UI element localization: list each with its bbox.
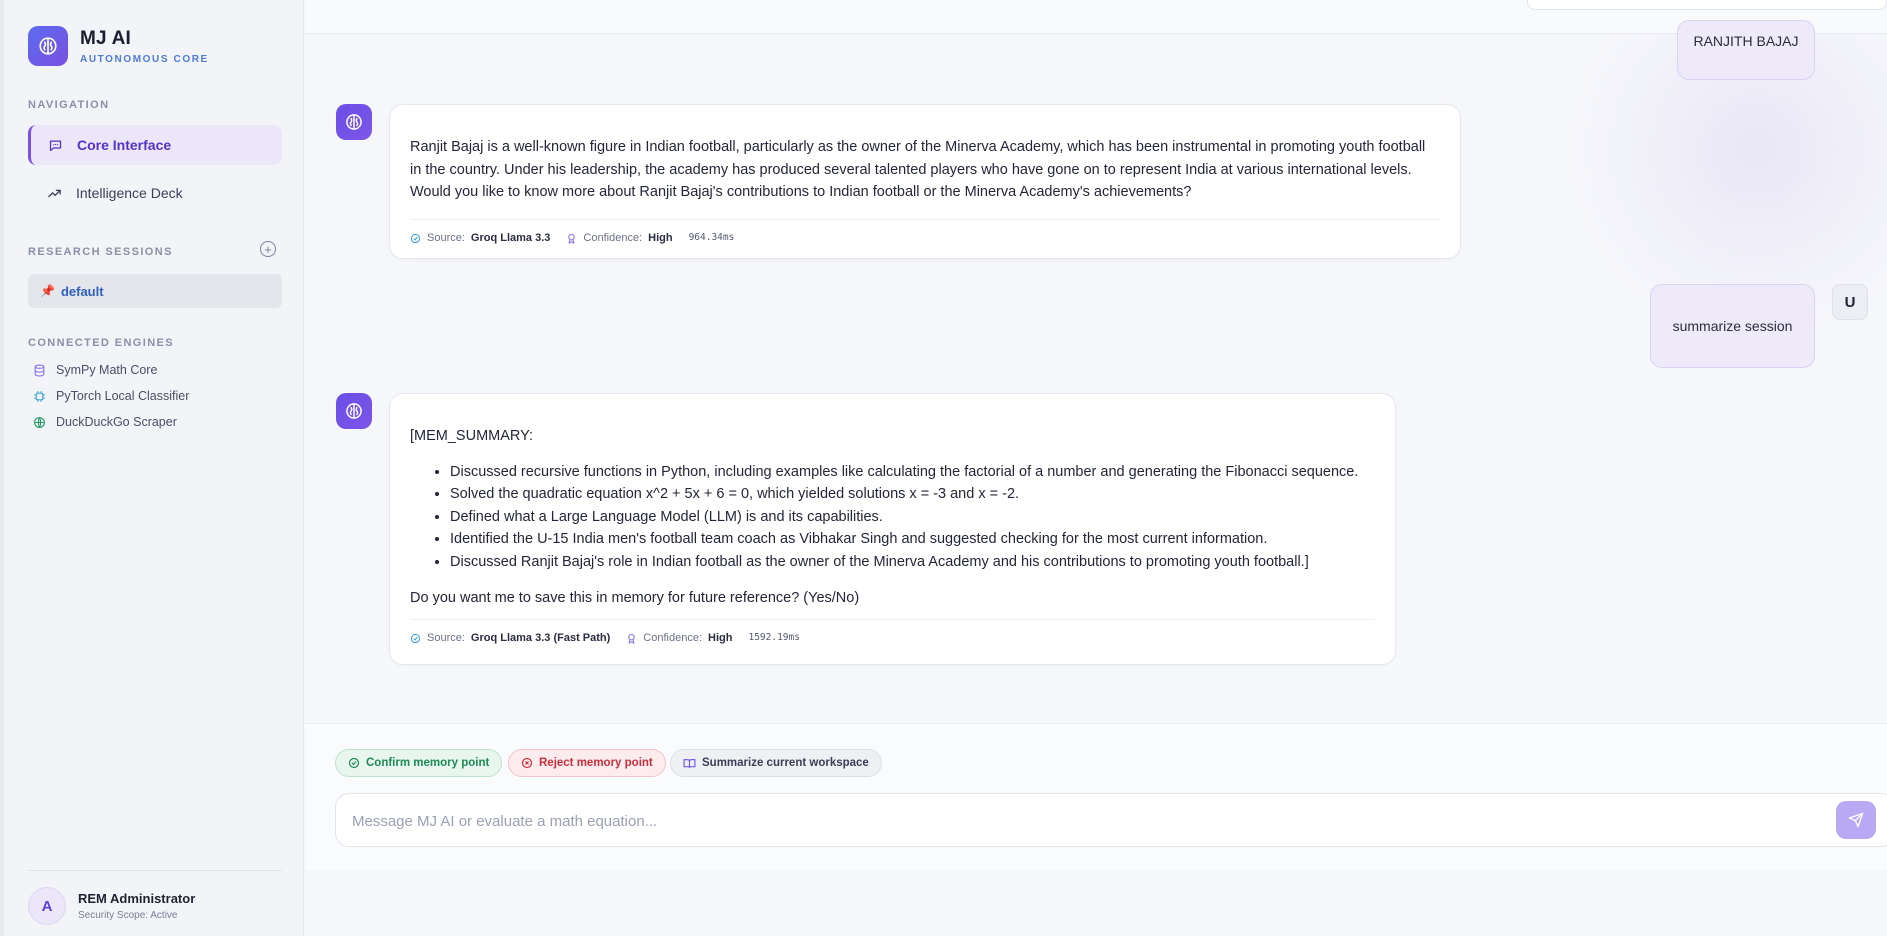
list-item: Identified the U-15 India men's football… [450, 528, 1375, 551]
session-label: default [60, 283, 104, 299]
add-session-icon[interactable]: + [260, 241, 276, 257]
user-message: RANJITH BAJAJ [1677, 20, 1815, 80]
confirm-memory-button[interactable]: Confirm memory point [335, 749, 503, 777]
navigation-label: NAVIGATION [28, 99, 110, 111]
source-icon [410, 233, 421, 244]
nav-item-label: Intelligence Deck [76, 185, 183, 201]
chip-label: Confirm memory point [366, 757, 490, 769]
brand: MJ AI AUTONOMOUS CORE [28, 26, 209, 66]
engine-sympy: SymPy Math Core [32, 363, 157, 377]
message-meta: Source: Groq Llama 3.3 Confidence: High 96… [410, 219, 1440, 257]
list-item: Solved the quadratic equation x^2 + 5x +… [450, 483, 1375, 506]
database-icon [32, 363, 46, 377]
top-bar-field [1527, 0, 1887, 10]
session-item-default[interactable]: 📌 default [28, 274, 282, 308]
message-text: summarize session [1672, 318, 1793, 334]
summarize-workspace-button[interactable]: Summarize current workspace [670, 749, 882, 777]
book-icon [683, 758, 696, 768]
list-item: Discussed Ranjit Bajaj's role in Indian … [450, 551, 1375, 574]
composer [335, 793, 1887, 847]
user-name: REM Administrator [78, 891, 196, 906]
send-button[interactable] [1836, 801, 1876, 839]
source-value: Groq Llama 3.3 (Fast Path) [470, 631, 611, 644]
source-label: Source: [427, 631, 465, 644]
nav-item-label: Core Interface [77, 137, 172, 153]
source-info: Source: Groq Llama 3.3 (Fast Path) [410, 627, 610, 650]
chat-main: RANJITH BAJAJ Ranjit Bajaj is a well-kno… [305, 0, 1887, 936]
source-value: Groq Llama 3.3 [470, 232, 551, 245]
latency: 964.34ms [688, 232, 735, 244]
cpu-icon [32, 389, 46, 403]
nav-item-core-interface[interactable]: Core Interface [28, 125, 282, 165]
user-message: summarize session [1650, 284, 1815, 368]
user-avatar: U [1832, 284, 1868, 320]
chip-label: Reject memory point [539, 757, 653, 769]
check-circle-icon [348, 757, 360, 769]
x-circle-icon [521, 757, 533, 769]
ai-message: Ranjit Bajaj is a well-known figure in I… [389, 104, 1461, 259]
award-icon [568, 233, 576, 244]
chip-label: Summarize current workspace [702, 757, 869, 769]
confidence-info: Confidence: High [626, 627, 732, 650]
ai-avatar [336, 104, 372, 140]
avatar: A [28, 887, 66, 925]
globe-icon [32, 415, 46, 429]
confidence-value: High [648, 232, 673, 245]
engine-label: DuckDuckGo Scraper [56, 415, 177, 429]
research-sessions-label: RESEARCH SESSIONS [28, 246, 173, 258]
confidence-label: Confidence: [583, 232, 643, 245]
message-meta: Source: Groq Llama 3.3 (Fast Path) Confid… [410, 618, 1375, 657]
trend-icon [46, 185, 62, 201]
reject-memory-button[interactable]: Reject memory point [508, 749, 666, 777]
engine-label: SymPy Math Core [56, 363, 158, 377]
engine-duckduckgo: DuckDuckGo Scraper [32, 415, 177, 429]
user-profile[interactable]: A REM Administrator Security Scope: Acti… [28, 887, 195, 925]
source-icon [410, 633, 421, 643]
composer-area: Confirm memory point Reject memory point… [305, 723, 1887, 870]
confidence-label: Confidence: [643, 631, 703, 644]
brand-title: MJ AI [80, 27, 131, 49]
summary-list: Discussed recursive functions in Python,… [410, 461, 1375, 574]
top-bar [305, 0, 1887, 34]
source-label: Source: [427, 232, 465, 245]
confidence-value: High [708, 631, 733, 644]
connected-engines-label: CONNECTED ENGINES [28, 337, 175, 349]
source-info: Source: Groq Llama 3.3 [410, 227, 550, 250]
message-footer: Do you want me to save this in memory fo… [410, 590, 860, 606]
user-scope: Security Scope: Active [78, 910, 178, 921]
nav-item-intelligence-deck[interactable]: Intelligence Deck [28, 173, 282, 213]
ai-avatar [336, 393, 372, 429]
list-item: Discussed recursive functions in Python,… [450, 461, 1375, 484]
latency: 1592.19ms [748, 631, 800, 643]
sidebar: MJ AI AUTONOMOUS CORE NAVIGATION Core In… [0, 0, 304, 936]
sidebar-divider [28, 870, 282, 871]
message-heading: [MEM_SUMMARY: [410, 428, 534, 444]
send-icon [1848, 812, 1864, 828]
confidence-info: Confidence: High [566, 227, 673, 250]
award-icon [628, 633, 636, 644]
engine-label: PyTorch Local Classifier [56, 389, 190, 403]
brand-subtitle: AUTONOMOUS CORE [80, 53, 209, 65]
message-text: Ranjit Bajaj is a well-known figure in I… [410, 139, 1426, 200]
message-input[interactable] [352, 808, 1792, 834]
list-item: Defined what a Large Language Model (LLM… [450, 506, 1375, 529]
pin-icon: 📌 [40, 284, 55, 298]
engine-pytorch: PyTorch Local Classifier [32, 389, 189, 403]
ai-message: [MEM_SUMMARY: Discussed recursive functi… [389, 393, 1396, 665]
chat-icon [47, 137, 63, 153]
brain-logo-icon [28, 26, 68, 66]
message-text: RANJITH BAJAJ [1693, 33, 1799, 49]
